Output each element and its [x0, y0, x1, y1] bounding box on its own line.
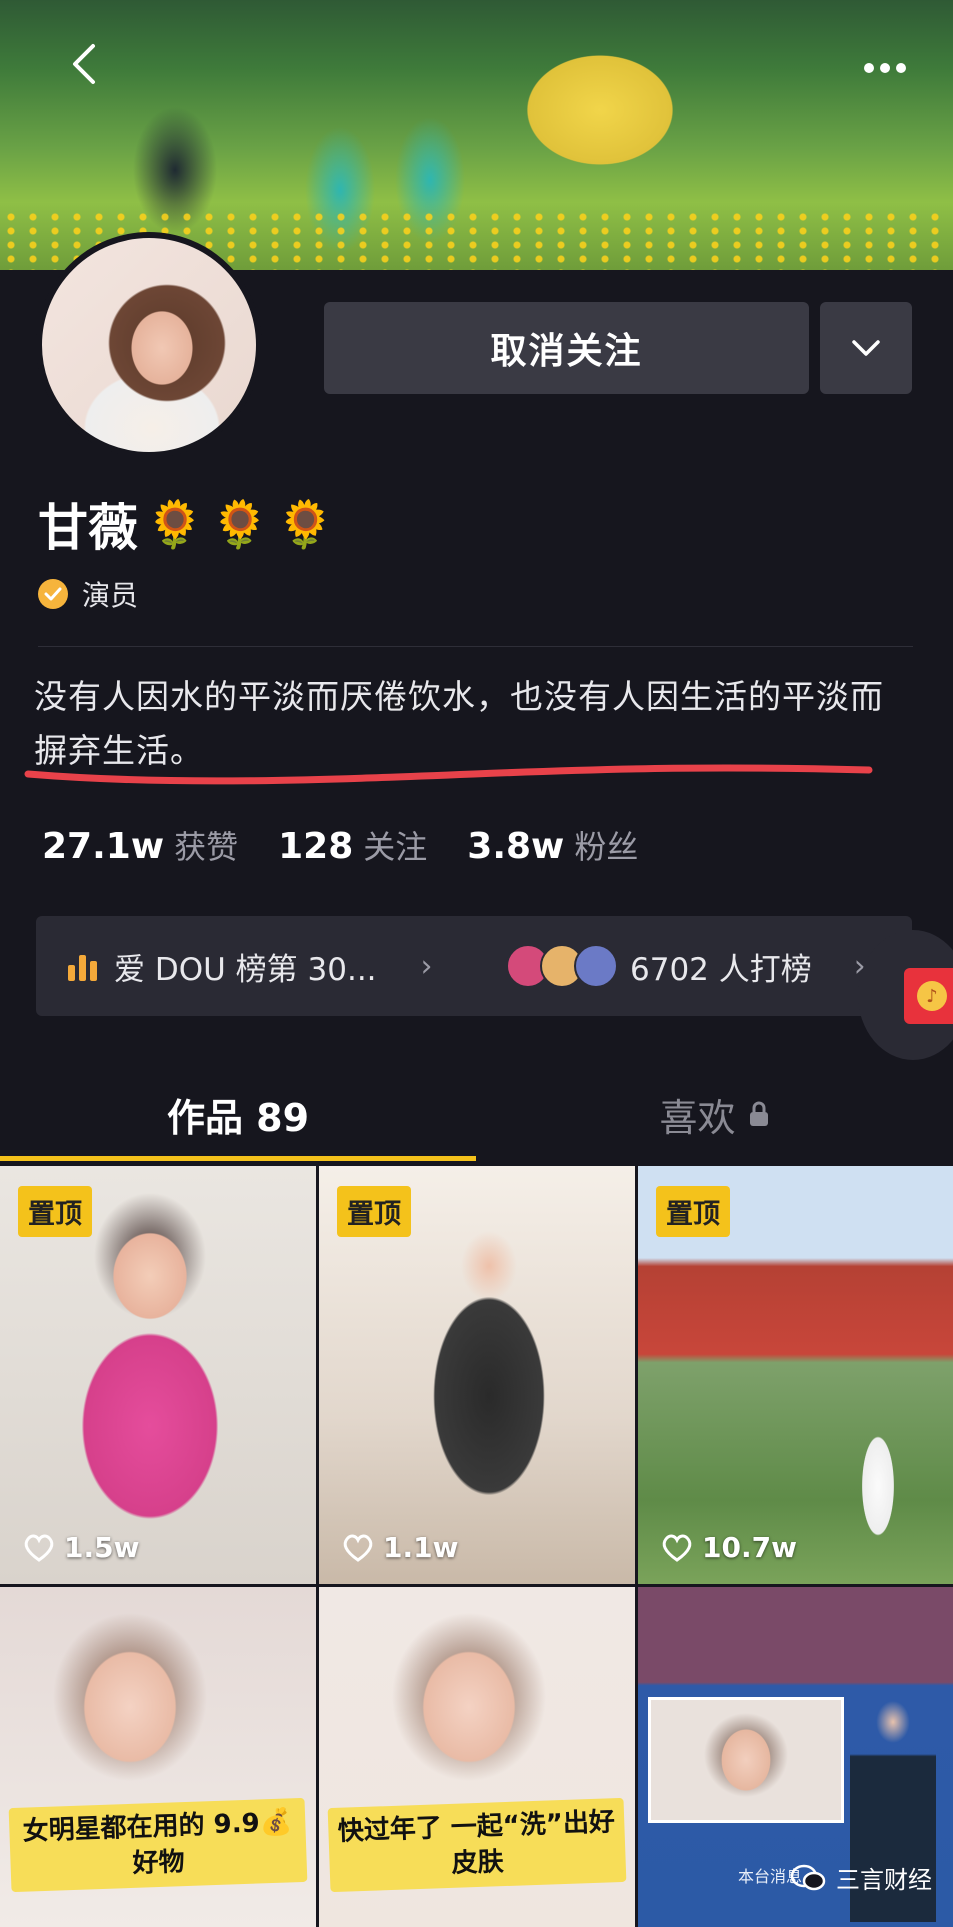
red-underline-annotation	[24, 764, 873, 785]
tab-likes[interactable]: 喜欢	[476, 1068, 953, 1160]
like-count: 1.1w	[341, 1531, 458, 1564]
supporters-link[interactable]: 6702 人打榜 ›	[506, 916, 866, 1016]
like-count-value: 10.7w	[702, 1531, 797, 1564]
red-envelope-icon: ♪	[904, 968, 953, 1024]
video-grid: 置顶 1.5w 置顶 1.1w 置顶 10.7w 女明星都在用的 9.9💰好物 …	[0, 1166, 953, 1927]
like-count-value: 1.1w	[383, 1531, 459, 1564]
tab-indicator	[0, 1156, 476, 1161]
profile-cover-image	[0, 0, 953, 270]
divider	[38, 646, 913, 647]
stat-value: 3.8w	[467, 826, 565, 867]
profile-tabs: 作品 89 喜欢	[0, 1068, 953, 1161]
tab-works-label: 作品 89	[166, 1095, 310, 1140]
tab-works[interactable]: 作品 89	[0, 1068, 476, 1160]
sunflower-icon: 🌻	[146, 497, 204, 551]
more-dots-icon	[864, 63, 906, 73]
verification-label: 演员	[82, 579, 139, 612]
sunflower-icon: 🌻	[211, 497, 269, 551]
stat-value: 128	[278, 826, 354, 867]
video-tile[interactable]: 快过年了 一起“洗”出好皮肤	[319, 1587, 635, 1927]
video-caption: 快过年了 一起“洗”出好皮肤	[327, 1797, 627, 1893]
verified-check-icon	[38, 579, 68, 609]
video-tile[interactable]: 置顶 1.5w	[0, 1166, 316, 1584]
chevron-down-icon	[852, 340, 880, 356]
video-tile[interactable]: 置顶 10.7w	[638, 1166, 953, 1584]
stat-label: 关注	[363, 828, 428, 866]
wechat-icon	[790, 1864, 826, 1890]
stat-likes[interactable]: 27.1w 获赞	[42, 822, 238, 868]
chevron-right-icon: ›	[420, 948, 433, 984]
profile-avatar[interactable]	[36, 232, 262, 458]
rank-label: 爱 DOU 榜第 30...	[114, 951, 377, 988]
rank-bar: 爱 DOU 榜第 30... › 6702 人打榜 ›	[36, 916, 912, 1016]
tab-likes-label: 喜欢	[659, 1095, 736, 1140]
red-envelope-float[interactable]: ♪	[858, 930, 953, 1060]
stat-followers[interactable]: 3.8w 粉丝	[467, 822, 638, 868]
heart-icon	[24, 1534, 54, 1562]
pinned-badge: 置顶	[337, 1186, 411, 1237]
recommend-dropdown-button[interactable]	[820, 302, 912, 394]
stat-following[interactable]: 128 关注	[278, 822, 427, 868]
pinned-badge: 置顶	[18, 1186, 92, 1237]
verification-row: 演员	[38, 574, 138, 614]
supporter-avatars	[506, 944, 618, 988]
video-tile[interactable]: 置顶 1.1w	[319, 1166, 635, 1584]
stat-label: 粉丝	[574, 828, 639, 866]
like-count: 10.7w	[660, 1531, 797, 1564]
back-button[interactable]	[62, 42, 106, 86]
unfollow-button[interactable]: 取消关注	[324, 302, 809, 394]
video-caption: 女明星都在用的 9.9💰好物	[8, 1797, 308, 1893]
watermark-text: 三言财经	[836, 1866, 932, 1894]
dou-rank-link[interactable]: 爱 DOU 榜第 30... ›	[66, 916, 433, 1016]
supporters-label: 6702 人打榜	[630, 951, 812, 988]
stat-value: 27.1w	[42, 826, 165, 867]
stat-label: 获赞	[174, 828, 239, 866]
heart-icon	[343, 1534, 373, 1562]
pinned-badge: 置顶	[656, 1186, 730, 1237]
sunflower-icon: 🌻	[276, 497, 334, 551]
like-count: 1.5w	[22, 1531, 139, 1564]
heart-icon	[662, 1534, 692, 1562]
music-note-icon: ♪	[917, 981, 947, 1011]
avatar	[574, 944, 618, 988]
chevron-left-icon	[73, 44, 95, 84]
watermark: 三言财经	[790, 1860, 932, 1895]
bar-chart-icon	[68, 955, 97, 981]
news-inset-image	[648, 1697, 844, 1823]
profile-stats: 27.1w 获赞 128 关注 3.8w 粉丝	[42, 822, 638, 868]
name-row: 甘薇 🌻 🌻 🌻	[38, 488, 334, 560]
profile-name: 甘薇	[38, 499, 138, 557]
video-tile[interactable]: 女明星都在用的 9.9💰好物	[0, 1587, 316, 1927]
lock-icon	[749, 1101, 768, 1126]
more-options-button[interactable]	[857, 48, 913, 88]
like-count-value: 1.5w	[64, 1531, 140, 1564]
